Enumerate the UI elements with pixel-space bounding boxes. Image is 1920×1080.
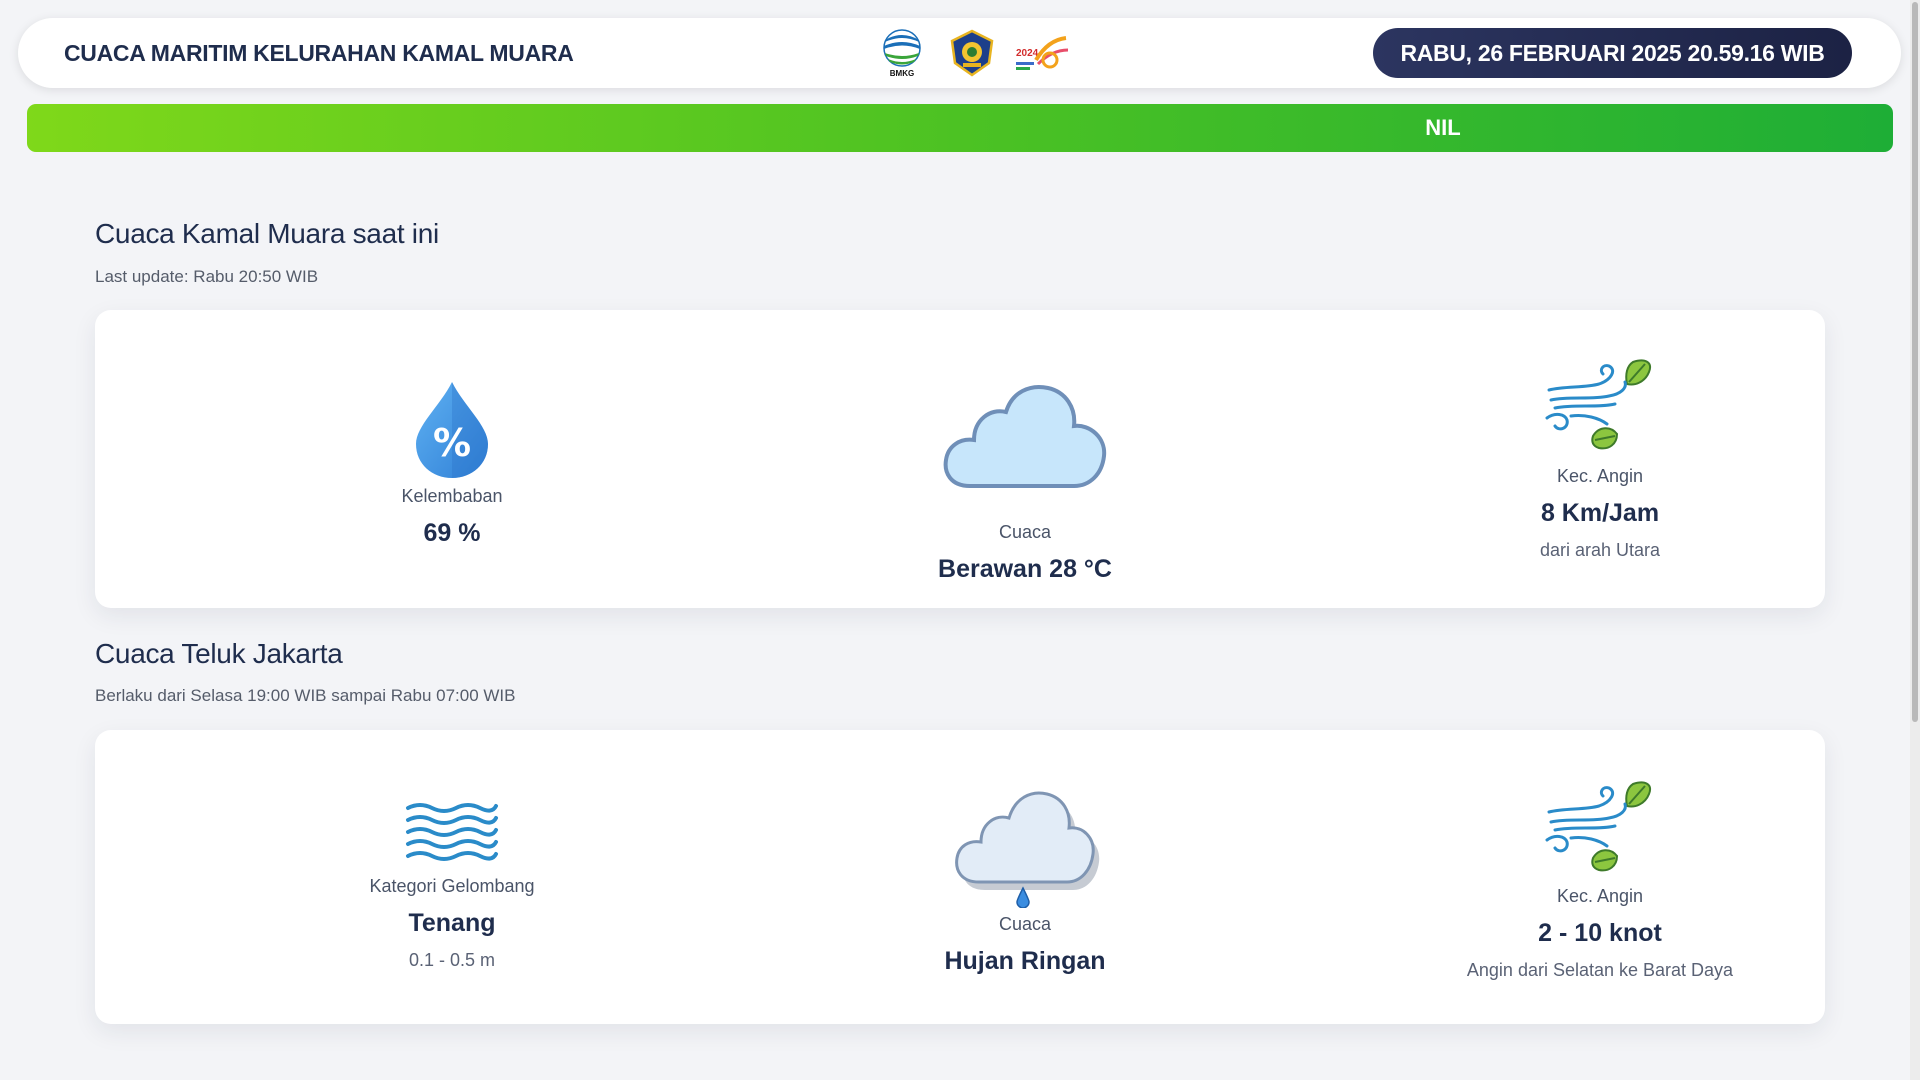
waves-label: Kategori Gelombang	[369, 876, 535, 896]
bay-wind-block: Kec. Angin 2 - 10 knot Angin dari Selata…	[1390, 778, 1810, 981]
svg-text:%: %	[433, 421, 471, 465]
current-weather-card: % Kelembaban 69 % Cuaca Berawan 28 °C Ke…	[95, 310, 1825, 608]
rain-cloud-icon	[945, 778, 1105, 909]
bay-wind-label: Kec. Angin	[1556, 886, 1644, 906]
current-weather-block: Cuaca Berawan 28 °C	[815, 380, 1235, 584]
page-scrollbar[interactable]	[1910, 0, 1920, 1080]
bay-weather-title: Cuaca Teluk Jakarta	[95, 638, 343, 669]
wind-leaves-icon	[1545, 778, 1655, 874]
alert-bar: NIL	[27, 104, 1893, 152]
scrollbar-thumb[interactable]	[1912, 2, 1918, 722]
alert-bar-text: NIL	[1425, 115, 1461, 140]
waves-height: 0.1 - 0.5 m	[408, 950, 496, 970]
bay-wind-value: 2 - 10 knot	[1538, 919, 1662, 947]
current-weather-label: Cuaca	[998, 522, 1052, 542]
svg-text:2024: 2024	[1016, 48, 1039, 59]
bmkg-logo-icon: BMKG	[874, 26, 930, 80]
current-wind-direction: dari arah Utara	[1539, 540, 1661, 560]
waves-block: Kategori Gelombang Tenang 0.1 - 0.5 m	[242, 800, 662, 971]
datetime-badge: RABU, 26 FEBRUARI 2025 20.59.16 WIB	[1373, 28, 1852, 78]
bay-weather-value: Hujan Ringan	[944, 947, 1106, 975]
bay-weather-label: Cuaca	[998, 914, 1052, 934]
cloud-icon	[940, 380, 1110, 492]
emblem-icon	[944, 26, 1000, 80]
bay-weather-block: Cuaca Hujan Ringan	[815, 778, 1235, 976]
bay-weather-card: Kategori Gelombang Tenang 0.1 - 0.5 m Cu…	[95, 730, 1825, 1024]
current-wind-value: 8 Km/Jam	[1540, 499, 1660, 527]
waves-value: Tenang	[408, 909, 496, 937]
humidity-block: % Kelembaban 69 %	[242, 380, 662, 548]
current-weather-title: Cuaca Kamal Muara saat ini	[95, 218, 439, 249]
humidity-value: 69 %	[423, 519, 481, 547]
page-title: CUACA MARITIM KELURAHAN KAMAL MUARA	[64, 40, 574, 66]
top-header: CUACA MARITIM KELURAHAN KAMAL MUARA BMKG	[18, 18, 1901, 88]
current-weather-value: Berawan 28 °C	[938, 555, 1112, 583]
humidity-drop-icon: %	[412, 380, 492, 480]
waves-icon	[404, 800, 500, 864]
event-logo-icon: 2024	[1014, 26, 1070, 80]
bay-wind-direction: Angin dari Selatan ke Barat Daya	[1466, 960, 1734, 980]
bay-weather-subtitle: Berlaku dari Selasa 19:00 WIB sampai Rab…	[95, 686, 516, 705]
bmkg-logo-text: BMKG	[890, 69, 914, 78]
wind-leaves-icon	[1545, 356, 1655, 452]
current-weather-subtitle: Last update: Rabu 20:50 WIB	[95, 267, 319, 286]
current-wind-label: Kec. Angin	[1556, 466, 1644, 486]
logo-group: BMKG 2024	[874, 26, 1070, 80]
current-wind-block: Kec. Angin 8 Km/Jam dari arah Utara	[1390, 356, 1810, 561]
humidity-label: Kelembaban	[401, 486, 503, 506]
